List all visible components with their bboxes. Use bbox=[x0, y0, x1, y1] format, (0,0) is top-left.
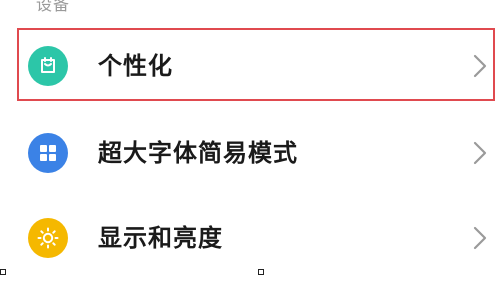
chevron-right-icon bbox=[473, 141, 487, 165]
settings-item-label: 个性化 bbox=[98, 52, 173, 80]
chevron-right-icon bbox=[473, 54, 487, 78]
sun-icon bbox=[28, 218, 68, 258]
selection-handle-left bbox=[0, 269, 6, 275]
settings-item-display-brightness[interactable]: 显示和亮度 bbox=[0, 200, 498, 276]
settings-screen: 设备 个性化 超大字体简易模式 显示和亮度 bbox=[0, 0, 498, 281]
settings-item-label: 显示和亮度 bbox=[98, 224, 223, 252]
settings-item-personalize[interactable]: 个性化 bbox=[0, 28, 498, 104]
settings-item-large-font-mode[interactable]: 超大字体简易模式 bbox=[0, 115, 498, 191]
personalize-icon bbox=[28, 46, 68, 86]
settings-item-label: 超大字体简易模式 bbox=[98, 139, 298, 167]
grid-icon bbox=[28, 133, 68, 173]
section-title: 设备 bbox=[36, 0, 71, 14]
chevron-right-icon bbox=[473, 226, 487, 250]
selection-handle-middle bbox=[258, 269, 264, 275]
